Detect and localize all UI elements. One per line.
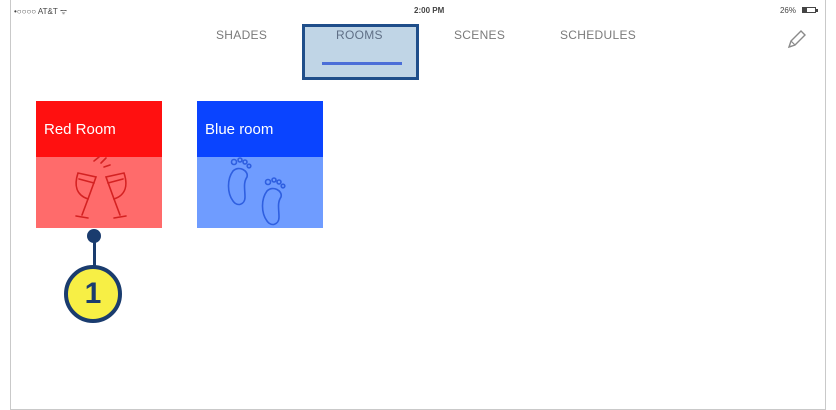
rooms-tab-underline — [322, 62, 402, 65]
top-tab-bar: SHADES ROOMS SCENES SCHEDULES — [0, 14, 836, 80]
pencil-icon[interactable] — [784, 28, 808, 52]
battery-icon — [802, 7, 818, 13]
champagne-glasses-icon — [75, 156, 127, 219]
room-tile-header: Red Room — [36, 101, 162, 157]
tab-scenes[interactable]: SCENES — [454, 28, 505, 42]
room-tile-red-room[interactable]: Red Room — [36, 101, 162, 228]
callout-number-badge: 1 — [64, 265, 122, 323]
room-name-label: Blue room — [205, 121, 274, 138]
footprints-icon — [227, 157, 286, 226]
tab-schedules[interactable]: SCHEDULES — [560, 28, 636, 42]
room-tile-header: Blue room — [197, 101, 323, 157]
tab-rooms[interactable]: ROOMS — [336, 28, 383, 42]
room-name-label: Red Room — [44, 121, 116, 138]
room-tile-blue-room[interactable]: Blue room — [197, 101, 323, 228]
tab-shades[interactable]: SHADES — [216, 28, 267, 42]
callout-anchor-dot — [87, 229, 101, 243]
